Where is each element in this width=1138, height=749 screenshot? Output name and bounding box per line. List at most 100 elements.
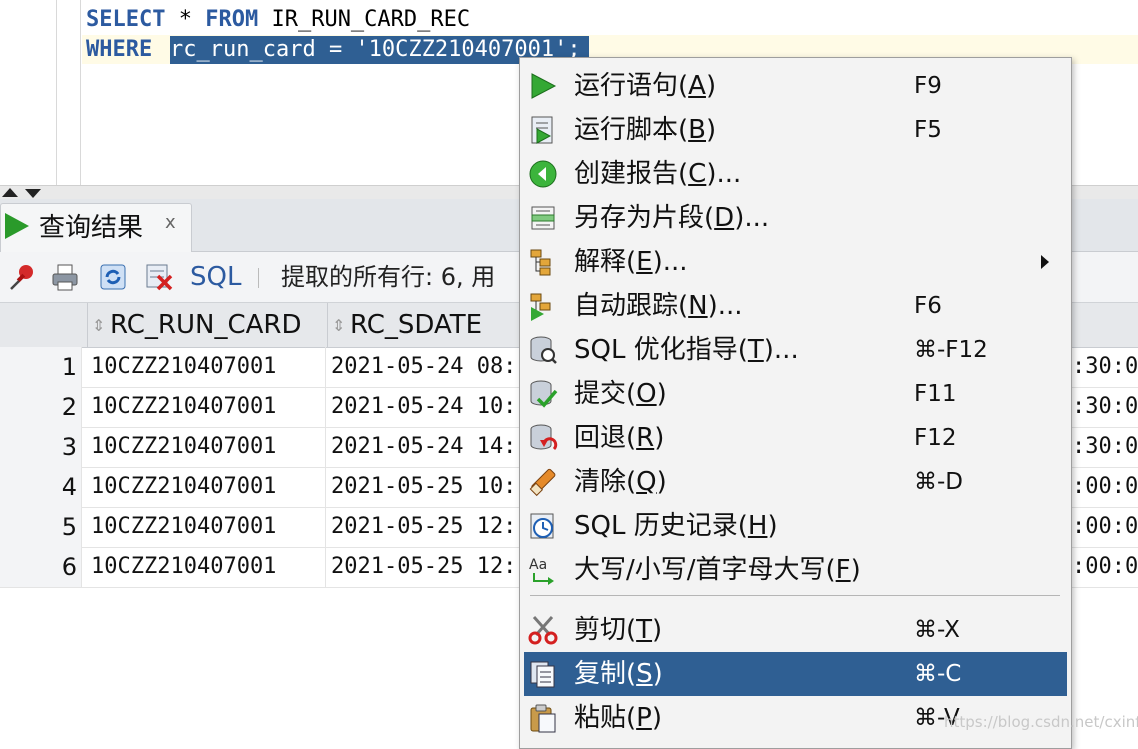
cell-hidden-column[interactable]: :30:00 <box>1070 387 1138 427</box>
sql-tuning-icon <box>530 336 557 364</box>
menu-item-change-case[interactable]: Aa 大写/小写/首字母大写(F) <box>524 548 1067 592</box>
menu-item-label: 运行语句(A) <box>574 71 717 101</box>
column-header-rc-sdate[interactable]: ⇕ RC_SDATE <box>328 303 523 347</box>
menu-item-shortcut: F11 <box>914 381 957 407</box>
menu-item-label: 运行脚本(B) <box>574 115 717 145</box>
cell-hidden-column[interactable]: :00:00 <box>1070 507 1138 547</box>
rownum-header <box>0 303 88 347</box>
expand-up-icon[interactable] <box>2 188 18 197</box>
cell-rc-run-card[interactable]: 10CZZ210407001 <box>87 547 326 587</box>
menu-item-shortcut: ⌘-D <box>914 469 964 495</box>
toolbar-separator <box>258 268 259 288</box>
menu-separator <box>530 595 1060 596</box>
row-number: 1 <box>0 347 82 387</box>
submenu-arrow-icon <box>1041 255 1049 269</box>
menu-item-shortcut: F6 <box>914 293 942 319</box>
menu-item-shortcut: F5 <box>914 117 942 143</box>
cell-rc-run-card[interactable]: 10CZZ210407001 <box>87 427 326 467</box>
cancel-fetch-icon[interactable] <box>144 262 174 292</box>
sort-icon: ⇕ <box>92 315 106 335</box>
close-tab-icon[interactable]: x <box>165 212 176 233</box>
cell-hidden-column[interactable]: :00:00 <box>1070 547 1138 587</box>
explain-icon <box>530 249 551 276</box>
cell-rc-sdate[interactable]: 2021-05-24 14: <box>327 427 522 467</box>
menu-item-label: 创建报告(C)... <box>574 159 742 189</box>
cell-rc-run-card[interactable]: 10CZZ210407001 <box>87 387 326 427</box>
collapse-down-icon[interactable] <box>25 189 41 198</box>
menu-item-create-report[interactable]: 创建报告(C)... <box>524 152 1067 196</box>
menu-item-rollback[interactable]: 回退(R) F12 <box>524 416 1067 460</box>
print-icon[interactable] <box>50 262 80 292</box>
row-number: 4 <box>0 467 82 507</box>
copy-icon <box>530 661 555 688</box>
context-menu: 运行语句(A) F9 运行脚本(B) F5 创建报告(C)... 另存为片段(D… <box>519 57 1072 749</box>
scissors-icon <box>528 616 558 645</box>
column-header-rc-run-card[interactable]: ⇕ RC_RUN_CARD <box>88 303 328 347</box>
menu-item-run-script[interactable]: 运行脚本(B) F5 <box>524 108 1067 152</box>
menu-item-cut[interactable]: 剪切(T) ⌘-X <box>524 608 1067 652</box>
paste-icon <box>530 704 556 733</box>
menu-item-shortcut: F12 <box>914 425 957 451</box>
menu-item-label: 复制(S) <box>574 659 663 689</box>
row-number: 3 <box>0 427 82 467</box>
menu-item-explain[interactable]: 解释(E)... <box>524 240 1067 284</box>
menu-item-label: 清除(Q) <box>574 467 667 497</box>
sql-keyword-where: WHERE <box>86 37 153 62</box>
cell-rc-run-card[interactable]: 10CZZ210407001 <box>87 467 326 507</box>
menu-item-shortcut: ⌘-C <box>914 661 962 687</box>
menu-item-label: 大写/小写/首字母大写(F) <box>574 555 861 585</box>
cell-rc-run-card[interactable]: 10CZZ210407001 <box>87 507 326 547</box>
cell-hidden-column[interactable]: :30:00 <box>1070 347 1138 387</box>
cell-rc-sdate[interactable]: 2021-05-25 12: <box>327 547 522 587</box>
cell-rc-run-card[interactable]: 10CZZ210407001 <box>87 347 326 387</box>
autotrace-icon <box>530 293 551 321</box>
create-report-icon <box>529 160 557 188</box>
fetch-status-text: 提取的所有行: 6, 用 <box>281 263 496 291</box>
cell-rc-sdate[interactable]: 2021-05-24 10: <box>327 387 522 427</box>
menu-item-label: 另存为片段(D)... <box>574 203 770 233</box>
menu-item-autotrace[interactable]: 自动跟踪(N)... F6 <box>524 284 1067 328</box>
pin-icon[interactable] <box>8 262 38 292</box>
sql-button[interactable]: SQL <box>190 262 241 292</box>
menu-item-sql-history[interactable]: SQL 历史记录(H) <box>524 504 1067 548</box>
menu-item-label: 粘贴(P) <box>574 703 662 733</box>
menu-item-label: 解释(E)... <box>574 247 688 277</box>
play-icon <box>5 213 29 239</box>
column-header-label: RC_SDATE <box>350 310 483 340</box>
menu-item-commit[interactable]: 提交(O) F11 <box>524 372 1067 416</box>
save-snippet-icon <box>531 206 555 230</box>
rollback-icon <box>530 424 558 451</box>
sql-table-name: IR_RUN_CARD_REC <box>258 7 471 32</box>
menu-item-label: SQL 优化指导(T)... <box>574 335 799 365</box>
menu-item-run-statement[interactable]: 运行语句(A) F9 <box>524 64 1067 108</box>
row-number: 6 <box>0 547 82 587</box>
refresh-icon[interactable] <box>98 262 128 292</box>
sql-history-icon <box>530 513 554 539</box>
menu-item-clear[interactable]: 清除(Q) ⌘-D <box>524 460 1067 504</box>
tab-query-result-label: 查询结果 <box>39 213 144 243</box>
menu-item-label: 回退(R) <box>574 423 665 453</box>
cell-rc-sdate[interactable]: 2021-05-24 08: <box>327 347 522 387</box>
cell-rc-sdate[interactable]: 2021-05-25 10: <box>327 467 522 507</box>
menu-item-label: 提交(O) <box>574 379 667 409</box>
row-number: 5 <box>0 507 82 547</box>
sql-line-1[interactable]: SELECT * FROM IR_RUN_CARD_REC <box>86 6 470 34</box>
tab-query-result[interactable]: 查询结果 x <box>0 203 192 252</box>
menu-item-shortcut: ⌘-F12 <box>914 337 988 363</box>
menu-item-label: 剪切(T) <box>574 615 663 645</box>
menu-item-save-snippet[interactable]: 另存为片段(D)... <box>524 196 1067 240</box>
clear-icon <box>529 468 556 497</box>
menu-item-copy[interactable]: 复制(S) ⌘-C <box>524 652 1067 696</box>
menu-item-shortcut: ⌘-X <box>914 617 960 643</box>
change-case-icon: Aa <box>529 557 554 585</box>
cell-hidden-column[interactable]: :00:00 <box>1070 467 1138 507</box>
commit-icon <box>530 380 558 408</box>
menu-item-sql-tuning-advisor[interactable]: SQL 优化指导(T)... ⌘-F12 <box>524 328 1067 372</box>
run-statement-icon <box>531 73 557 99</box>
cell-hidden-column[interactable]: :30:00 <box>1070 427 1138 467</box>
editor-gutter-line <box>56 0 57 185</box>
cell-rc-sdate[interactable]: 2021-05-25 12: <box>327 507 522 547</box>
menu-item-label: 自动跟踪(N)... <box>574 291 743 321</box>
svg-text:Aa: Aa <box>529 557 547 573</box>
row-number: 2 <box>0 387 82 427</box>
